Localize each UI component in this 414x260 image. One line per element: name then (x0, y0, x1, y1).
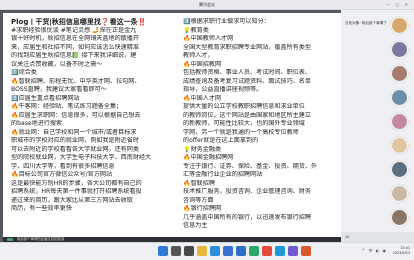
document-line: 🔥应届生求职网：信息很多，可以根据自己想去 (11, 111, 141, 119)
participant-tile[interactable] (341, 134, 414, 156)
document-line: 学网，另一个就是我通的一个高校专位教师 (183, 128, 299, 136)
avatar (391, 113, 408, 130)
document-line: 🔥中国教师人才网 (183, 35, 234, 42)
participant-tile[interactable] (341, 158, 414, 180)
participant-count-bar[interactable]: 10 (341, 232, 414, 242)
participant-tile[interactable] (341, 206, 414, 228)
participant-tile[interactable] (341, 182, 414, 204)
document-line: 指导，公益直播讲座视频等。 (183, 86, 263, 93)
window-title: 腾讯会议 (199, 2, 215, 7)
document-line: 🔥中国金融招聘网 (183, 154, 234, 161)
document-line: 技术推广服务，投资咨询、企业管理咨询、财务 (183, 188, 311, 195)
document-line: 💡财务金融类 (183, 145, 222, 153)
document-line: 简历，有一些效率更快 (11, 205, 72, 212)
clock-date: 2023/9/23 (392, 251, 410, 255)
document-line: 1️⃣综合类 (11, 69, 37, 76)
document-line: 这是最快能方别HR的步骤，各大公司都有自己的 (11, 179, 142, 187)
document-left-column: Plog丨干货|秋招信息哪里找❓看这一条‼️ #求职经验很优谈 #笔记灵感 🤳探在… (11, 18, 174, 214)
participant-tile[interactable] (341, 38, 414, 60)
avatar (391, 137, 408, 154)
avatar (391, 41, 408, 58)
app5-icon[interactable] (301, 246, 311, 256)
document-line: 的教师岗位，这个网站是由国家和地区所主建立 (183, 111, 311, 119)
edge-icon[interactable] (210, 246, 220, 256)
window-titlebar: 腾讯会议 — ▢ ✕ (0, 0, 414, 10)
document-line: 🔥银行招聘网 (183, 205, 222, 212)
document-line: 🔥中国招教网 (183, 60, 222, 68)
document-line: 提供大量的公立学校教职招聘信息和求业单位 (183, 103, 305, 110)
document-line: 🔥智联招聘、前程无忧、中华英才网、拉勾网、 (11, 77, 141, 85)
app1-icon[interactable] (249, 246, 259, 256)
document-line: 🔥就业网：自己学校和同一个城市/或者目标求 (11, 128, 137, 136)
document-right-column: 3️⃣根据求职行业做求可以知分： 💡教育类 🔥中国教师人才网 全国大型教育求职招聘专业… (183, 18, 333, 231)
document-line: 信息为主 (183, 222, 208, 229)
search-icon[interactable] (171, 246, 181, 256)
document-line: 汇等金融行业企业的招聘网站 (183, 171, 263, 178)
participant-sidebar: 10 汉化对象: 前后部个事情了 (341, 10, 414, 242)
avatar (391, 209, 408, 226)
avatar (391, 161, 408, 178)
participant-count: 10 (345, 235, 350, 239)
participant-tile[interactable] (341, 86, 414, 108)
store-icon[interactable] (223, 246, 233, 256)
participant-tile[interactable]: 汉化对象: 前后部个事情了 (341, 14, 414, 36)
document-line: 招聘系统，HR每天第一件事就打开招聘系统看投 (11, 188, 142, 195)
shared-document: Plog丨干货|秋招信息哪里找❓看这一条‼️ #求职经验很优谈 #笔记灵感 🤳探在… (3, 13, 341, 237)
avatar (391, 89, 408, 106)
document-line: 递过来的简历，跟大家比从第三方网站去收取 (11, 196, 133, 204)
document-line: 包括教师资格、事业人员、考试时间、职位表、 (183, 69, 311, 76)
document-line: 的offer就是在这上面拿到的 (183, 137, 259, 144)
document-line: 全国大型教育求职招聘专业网站，覆盖所有类型 (183, 43, 311, 51)
document-line: Plog丨干货|秋招信息哪里找❓看这一条‼️ (11, 18, 147, 26)
mail-icon[interactable] (236, 246, 246, 256)
document-line: 可以去附近的学校看看各大学就业网，还有同类 (11, 145, 139, 153)
participant-tile[interactable] (341, 62, 414, 84)
avatar (391, 65, 408, 82)
document-line: 🔥牛客网：经验贴、笔试练习题备全集； (11, 103, 123, 110)
document-line: 咨询等方面 (183, 196, 214, 204)
document-line: 型的院校就业网，大学生电子科技大学、西南财经大 (11, 154, 152, 161)
document-line: 的新教师，可能性比较大，也的国外专业领域 (183, 120, 305, 127)
document-line: 学、四川大学等，看到有很多招聘信息 (11, 162, 115, 170)
system-clock[interactable]: 15:41 2023/9/23 (393, 246, 410, 256)
document-line: 的找到应届生秋招信息📗 接下来我详细说，建 (11, 52, 137, 59)
document-line: BOSS直聘，我建议大家看看即可～ (11, 86, 107, 93)
taskbar-icons (158, 246, 311, 256)
document-line: 专注于银行、证券、保险、基金、投资、期货、外 (183, 162, 318, 170)
recording-icon (7, 238, 13, 241)
participant-tile[interactable] (341, 110, 414, 132)
document-line: 职城市的学校对应的就业网，例如我是附近省时 (11, 137, 139, 144)
document-line: #求职经验很优谈 #笔记灵感 🤳探在正是金九 (11, 26, 137, 34)
document-line: 的base地进行搜索 (11, 120, 63, 127)
windows-taskbar: ^ 中 ◐ ◉ 15:41 2023/9/23 (0, 242, 414, 260)
document-line: 🔥中国人才网 (183, 94, 222, 102)
taskview-icon[interactable] (184, 246, 194, 256)
document-line: 2️⃣应届生重点看招聘网站 (11, 94, 80, 102)
app3-icon[interactable] (275, 246, 285, 256)
document-line: 几乎涵盖中国所有的银行，以迅速发布银行招聘 (183, 213, 311, 221)
app4-icon[interactable] (288, 246, 298, 256)
avatar (391, 185, 408, 202)
participant-name: 汉化对象: 前后部个事情了 (345, 21, 387, 25)
document-line: 🔥目标公司官方微信公众号/官方网站 (11, 171, 113, 178)
document-line: 🔥智联招聘 (183, 179, 215, 187)
document-line: 💡教育类 (183, 26, 209, 34)
document-line: 议关注点赞收藏，以备不时之需～ (11, 60, 103, 68)
document-line: 来，应届生和社招不同，如何应该怎么快速精准 (11, 43, 139, 51)
app2-icon[interactable] (262, 246, 272, 256)
tray-icons[interactable]: ^ 中 ◐ ◉ (362, 248, 387, 254)
document-line: 3️⃣根据求职行业做求可以知分： (183, 18, 270, 25)
window-controls[interactable]: — ▢ ✕ (386, 2, 410, 7)
document-line: 银十好时机，秋招信息在全网铺天盖地的散播开 (11, 35, 139, 42)
avatar (391, 17, 408, 34)
start-icon[interactable] (158, 246, 168, 256)
explorer-icon[interactable] (197, 246, 207, 256)
document-line: 教师人才， (183, 52, 214, 59)
document-line: 成绩查询及备考复习试题资料、面试技巧、名单 (183, 77, 311, 85)
